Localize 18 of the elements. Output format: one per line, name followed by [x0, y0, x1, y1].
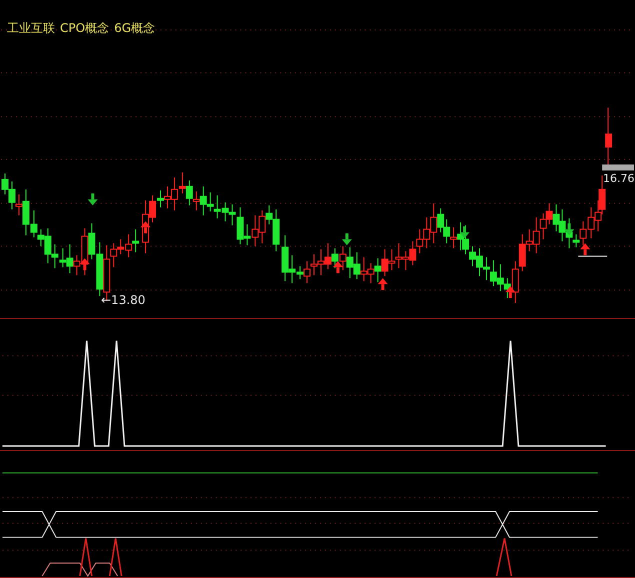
concept-tag: CPO概念	[60, 20, 110, 37]
up-arrow-icon	[332, 261, 343, 274]
up-arrow-icon	[80, 258, 90, 270]
price-marker	[602, 164, 634, 170]
down-arrow-icon	[460, 226, 470, 238]
support-line	[578, 256, 608, 257]
candle	[605, 107, 612, 165]
up-arrow-icon	[140, 221, 151, 234]
up-arrow-icon	[580, 243, 590, 256]
down-arrow-icon	[342, 233, 352, 246]
concept-tag: 6G概念	[114, 20, 155, 37]
up-arrow-icon	[505, 286, 516, 298]
concept-tag: 工业互联	[7, 20, 55, 37]
up-arrow-icon	[378, 278, 388, 290]
low-price-label: ←13.80	[101, 293, 146, 307]
down-arrow-icon	[88, 193, 98, 206]
last-price-label: 16.76	[603, 172, 634, 185]
down-arrow-icon	[564, 223, 574, 236]
